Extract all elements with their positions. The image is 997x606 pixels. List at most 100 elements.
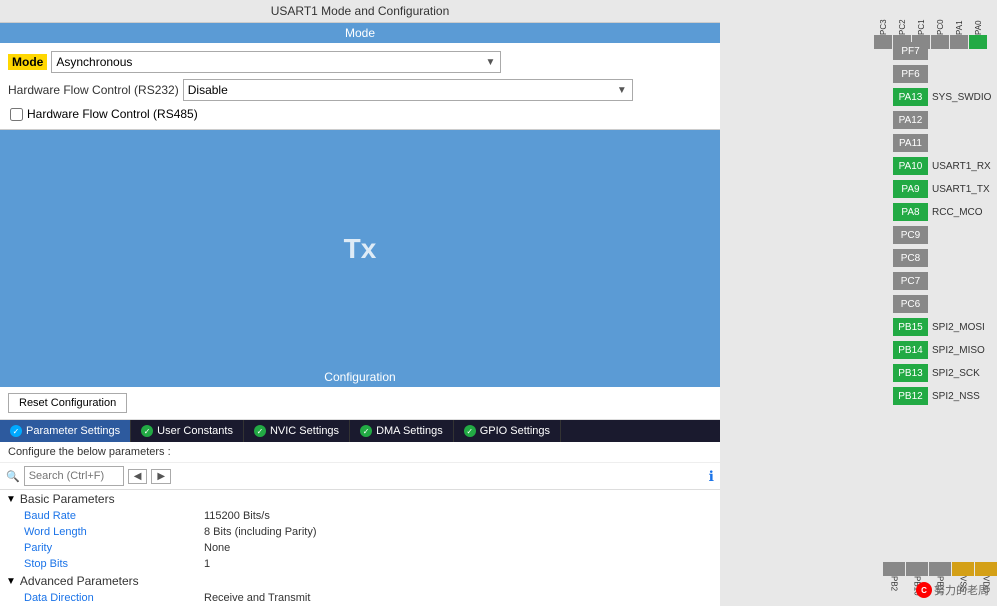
tab-gpio-settings[interactable]: ✓ GPIO Settings bbox=[454, 420, 561, 442]
params-area[interactable]: ▼ Basic Parameters Baud Rate 115200 Bits… bbox=[0, 490, 720, 606]
baud-rate-value: 115200 Bits/s bbox=[204, 510, 270, 522]
pin-pa10: PA10 USART1_RX bbox=[867, 155, 997, 177]
pin-pb14-label: SPI2_MISO bbox=[932, 345, 997, 356]
advanced-params-header[interactable]: ▼ Advanced Parameters bbox=[0, 572, 720, 590]
pin-pa9-label: USART1_TX bbox=[932, 184, 997, 195]
pin-pa12-box: PA12 bbox=[893, 111, 928, 129]
parity-label: Parity bbox=[24, 542, 204, 554]
mcu-diagram-area: Tx bbox=[0, 130, 720, 367]
pin-bottom-pb2-label: PB2 bbox=[890, 576, 899, 606]
table-row: Baud Rate 115200 Bits/s bbox=[0, 508, 720, 524]
data-direction-value: Receive and Transmit bbox=[204, 592, 310, 604]
flow-control-select-wrapper[interactable]: Disable ▼ bbox=[183, 79, 633, 101]
reset-bar: Reset Configuration bbox=[0, 387, 720, 420]
pin-pa9-box: PA9 bbox=[893, 180, 928, 198]
pin-bottom-vdd-box bbox=[975, 562, 997, 576]
mode-label: Mode bbox=[8, 54, 47, 70]
pin-pa11: PA11 bbox=[867, 132, 997, 154]
flow-control-select[interactable]: Disable bbox=[183, 79, 633, 101]
pin-pa12: PA12 bbox=[867, 109, 997, 131]
pin-pa8-box: PA8 bbox=[893, 203, 928, 221]
tab-label-user-constants: User Constants bbox=[157, 425, 233, 437]
pin-bottom-vss-box bbox=[952, 562, 974, 576]
table-row: Word Length 8 Bits (including Parity) bbox=[0, 524, 720, 540]
chip-diagram-panel: PC3 PC2 PC1 PC0 PA1 PA0 PF7 P bbox=[720, 0, 997, 606]
pin-pb15: PB15 SPI2_MOSI bbox=[867, 316, 997, 338]
pin-pb13-box: PB13 bbox=[893, 364, 928, 382]
tab-icon-user-constants: ✓ bbox=[141, 425, 153, 437]
basic-params-header[interactable]: ▼ Basic Parameters bbox=[0, 490, 720, 508]
pin-pc7: PC7 bbox=[867, 270, 997, 292]
tab-user-constants[interactable]: ✓ User Constants bbox=[131, 420, 244, 442]
pin-pb14-box: PB14 bbox=[893, 341, 928, 359]
pin-pa10-label: USART1_RX bbox=[932, 161, 997, 172]
pin-pc9-box: PC9 bbox=[893, 226, 928, 244]
pin-pa11-box: PA11 bbox=[893, 134, 928, 152]
next-result-button[interactable]: ▶ bbox=[151, 469, 171, 484]
config-header: Configuration bbox=[0, 367, 720, 387]
mode-section: Mode Mode Asynchronous ▼ Hardware Flow C… bbox=[0, 23, 720, 130]
pin-bottom-pb11-box bbox=[929, 562, 951, 576]
basic-params-group: ▼ Basic Parameters Baud Rate 115200 Bits… bbox=[0, 490, 720, 572]
pin-pa13-label: SYS_SWDIO bbox=[932, 92, 997, 103]
watermark-text: 努力的老周 bbox=[934, 582, 989, 598]
search-bar: 🔍 ◀ ▶ ℹ bbox=[0, 463, 720, 490]
pin-pb14: PB14 SPI2_MISO bbox=[867, 339, 997, 361]
tab-label-dma-settings: DMA Settings bbox=[376, 425, 443, 437]
rs485-checkbox[interactable] bbox=[10, 108, 23, 121]
flow-control-rs485-row: Hardware Flow Control (RS485) bbox=[10, 107, 712, 121]
tab-parameter-settings[interactable]: ✓ Parameter Settings bbox=[0, 420, 131, 442]
pin-pb15-label: SPI2_MOSI bbox=[932, 322, 997, 333]
config-section: Configuration Reset Configuration ✓ Para… bbox=[0, 367, 720, 606]
basic-params-arrow-icon: ▼ bbox=[6, 494, 16, 505]
configure-text: Configure the below parameters : bbox=[0, 442, 720, 463]
watermark: C 努力的老周 bbox=[916, 582, 989, 598]
mode-header: Mode bbox=[0, 23, 720, 43]
rs485-label: Hardware Flow Control (RS485) bbox=[27, 107, 198, 121]
pin-pb12-box: PB12 bbox=[893, 387, 928, 405]
prev-result-button[interactable]: ◀ bbox=[128, 469, 148, 484]
pin-pb13: PB13 SPI2_SCK bbox=[867, 362, 997, 384]
baud-rate-label: Baud Rate bbox=[24, 510, 204, 522]
watermark-icon: C bbox=[916, 582, 932, 598]
tab-icon-dma-settings: ✓ bbox=[360, 425, 372, 437]
tab-label-nvic-settings: NVIC Settings bbox=[270, 425, 339, 437]
reset-config-button[interactable]: Reset Configuration bbox=[8, 393, 127, 413]
pin-pb15-box: PB15 bbox=[893, 318, 928, 336]
right-pins: PF7 PF6 PA13 SYS_SWDIO PA12 PA11 PA10 US… bbox=[867, 0, 997, 606]
advanced-params-group: ▼ Advanced Parameters Data Direction Rec… bbox=[0, 572, 720, 606]
search-magnifier-icon: 🔍 bbox=[6, 470, 20, 483]
tab-icon-parameter-settings: ✓ bbox=[10, 425, 22, 437]
tx-label: Tx bbox=[344, 233, 377, 265]
pin-bottom-pb2: PB2 bbox=[883, 562, 905, 606]
tabs-bar: ✓ Parameter Settings ✓ User Constants ✓ … bbox=[0, 420, 720, 442]
pin-pb13-label: SPI2_SCK bbox=[932, 368, 997, 379]
pin-pc6: PC6 bbox=[867, 293, 997, 315]
pin-pa8: PA8 RCC_MCO bbox=[867, 201, 997, 223]
word-length-label: Word Length bbox=[24, 526, 204, 538]
tab-dma-settings[interactable]: ✓ DMA Settings bbox=[350, 420, 454, 442]
mode-select[interactable]: Asynchronous bbox=[51, 51, 501, 73]
tab-icon-nvic-settings: ✓ bbox=[254, 425, 266, 437]
mode-row: Mode Asynchronous ▼ bbox=[8, 51, 712, 73]
pin-pc7-box: PC7 bbox=[893, 272, 928, 290]
flow-control-rs232-row: Hardware Flow Control (RS232) Disable ▼ bbox=[8, 79, 712, 101]
info-icon[interactable]: ℹ bbox=[709, 468, 714, 485]
advanced-params-title: Advanced Parameters bbox=[20, 574, 139, 588]
mode-select-wrapper[interactable]: Asynchronous ▼ bbox=[51, 51, 501, 73]
pin-pf6-box: PF6 bbox=[893, 65, 928, 83]
search-input[interactable] bbox=[24, 466, 124, 486]
pin-pa13: PA13 SYS_SWDIO bbox=[867, 86, 997, 108]
basic-params-title: Basic Parameters bbox=[20, 492, 115, 506]
tab-icon-gpio-settings: ✓ bbox=[464, 425, 476, 437]
pin-pc8-box: PC8 bbox=[893, 249, 928, 267]
data-direction-label: Data Direction bbox=[24, 592, 204, 604]
pin-pc9: PC9 bbox=[867, 224, 997, 246]
word-length-value: 8 Bits (including Parity) bbox=[204, 526, 317, 538]
advanced-params-arrow-icon: ▼ bbox=[6, 576, 16, 587]
pin-bottom-pb10-box bbox=[906, 562, 928, 576]
pin-pf7-box: PF7 bbox=[893, 42, 928, 60]
pin-pa9: PA9 USART1_TX bbox=[867, 178, 997, 200]
tab-nvic-settings[interactable]: ✓ NVIC Settings bbox=[244, 420, 350, 442]
pin-pc6-box: PC6 bbox=[893, 295, 928, 313]
